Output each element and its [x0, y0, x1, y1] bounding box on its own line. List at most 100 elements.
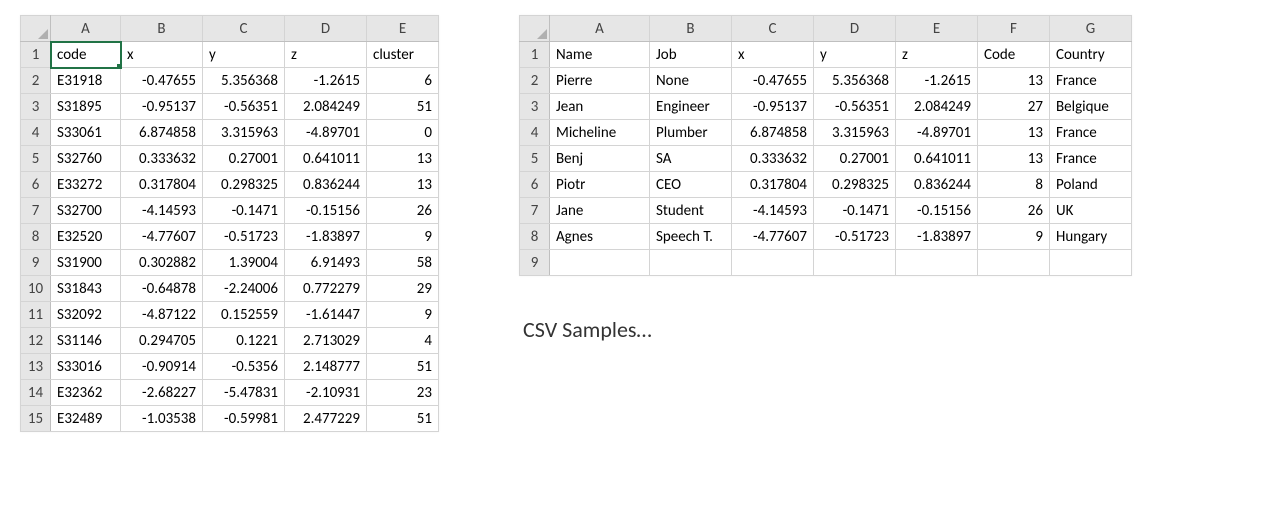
cell[interactable]: 0.836244	[896, 172, 978, 198]
row-header[interactable]: 4	[520, 120, 550, 146]
cell[interactable]: 51	[367, 406, 439, 432]
cell[interactable]: z	[896, 42, 978, 68]
row-header[interactable]: 8	[520, 224, 550, 250]
cell[interactable]: -5.47831	[203, 380, 285, 406]
spreadsheet-left[interactable]: A B C D E 1codexyzcluster2E31918-0.47655…	[20, 15, 439, 432]
cell[interactable]: 0.333632	[732, 146, 814, 172]
cell[interactable]: -0.51723	[814, 224, 896, 250]
cell[interactable]: -1.2615	[285, 68, 367, 94]
cell[interactable]: 0.317804	[121, 172, 203, 198]
cell[interactable]: -4.77607	[732, 224, 814, 250]
cell[interactable]: Name	[550, 42, 650, 68]
cell[interactable]: -2.10931	[285, 380, 367, 406]
cell[interactable]: -4.14593	[732, 198, 814, 224]
select-all-corner[interactable]	[21, 16, 51, 42]
cell[interactable]: None	[650, 68, 732, 94]
cell[interactable]: Piotr	[550, 172, 650, 198]
row-header[interactable]: 6	[520, 172, 550, 198]
cell[interactable]: -0.59981	[203, 406, 285, 432]
cell[interactable]: -4.89701	[896, 120, 978, 146]
cell[interactable]: 8	[978, 172, 1050, 198]
cell[interactable]: Plumber	[650, 120, 732, 146]
spreadsheet-right[interactable]: A B C D E F G 1NameJobxyzCodeCountry2Pie…	[519, 15, 1132, 276]
cell[interactable]: Hungary	[1050, 224, 1132, 250]
cell[interactable]: 0.152559	[203, 302, 285, 328]
cell[interactable]: Pierre	[550, 68, 650, 94]
col-header[interactable]: A	[550, 16, 650, 42]
cell[interactable]: z	[285, 42, 367, 68]
cell[interactable]: 0.298325	[203, 172, 285, 198]
cell[interactable]	[896, 250, 978, 276]
cell[interactable]: 51	[367, 354, 439, 380]
cell[interactable]: 13	[978, 120, 1050, 146]
cell[interactable]: -0.47655	[732, 68, 814, 94]
cell[interactable]: E32520	[51, 224, 121, 250]
row-header[interactable]: 5	[21, 146, 51, 172]
cell[interactable]: 13	[978, 146, 1050, 172]
cell[interactable]: S31146	[51, 328, 121, 354]
cell[interactable]: S31843	[51, 276, 121, 302]
cell[interactable]: 2.148777	[285, 354, 367, 380]
col-header[interactable]: B	[121, 16, 203, 42]
cell[interactable]: Job	[650, 42, 732, 68]
cell[interactable]	[732, 250, 814, 276]
cell[interactable]: -2.68227	[121, 380, 203, 406]
col-header[interactable]: E	[367, 16, 439, 42]
row-header[interactable]: 12	[21, 328, 51, 354]
cell[interactable]: 2.713029	[285, 328, 367, 354]
cell[interactable]: Engineer	[650, 94, 732, 120]
cell[interactable]: 29	[367, 276, 439, 302]
cell[interactable]: E32489	[51, 406, 121, 432]
cell[interactable]: S31900	[51, 250, 121, 276]
cell[interactable]: -4.14593	[121, 198, 203, 224]
cell[interactable]: 6.91493	[285, 250, 367, 276]
cell[interactable]: -0.15156	[285, 198, 367, 224]
row-header[interactable]: 3	[21, 94, 51, 120]
cell[interactable]: -4.87122	[121, 302, 203, 328]
cell[interactable]: 6.874858	[732, 120, 814, 146]
cell[interactable]: S32760	[51, 146, 121, 172]
cell[interactable]: Student	[650, 198, 732, 224]
cell[interactable]: -0.90914	[121, 354, 203, 380]
cell[interactable]: Belgique	[1050, 94, 1132, 120]
cell[interactable]: France	[1050, 68, 1132, 94]
cell[interactable]	[650, 250, 732, 276]
cell[interactable]: 6	[367, 68, 439, 94]
row-header[interactable]: 9	[520, 250, 550, 276]
cell[interactable]: x	[121, 42, 203, 68]
select-all-corner[interactable]	[520, 16, 550, 42]
cell[interactable]: 3.315963	[203, 120, 285, 146]
cell[interactable]: -1.03538	[121, 406, 203, 432]
cell[interactable]: S32092	[51, 302, 121, 328]
cell[interactable]: y	[203, 42, 285, 68]
cell[interactable]: -1.83897	[285, 224, 367, 250]
row-header[interactable]: 2	[21, 68, 51, 94]
cell[interactable]: Micheline	[550, 120, 650, 146]
row-header[interactable]: 1	[21, 42, 51, 68]
cell[interactable]: Benj	[550, 146, 650, 172]
col-header[interactable]: C	[203, 16, 285, 42]
cell[interactable]: 5.356368	[203, 68, 285, 94]
cell[interactable]: -0.47655	[121, 68, 203, 94]
cell[interactable]: 13	[978, 68, 1050, 94]
cell[interactable]: 23	[367, 380, 439, 406]
cell[interactable]: x	[732, 42, 814, 68]
col-header[interactable]: B	[650, 16, 732, 42]
cell[interactable]: Jean	[550, 94, 650, 120]
cell[interactable]: 9	[978, 224, 1050, 250]
row-header[interactable]: 7	[21, 198, 51, 224]
cell[interactable]: -0.15156	[896, 198, 978, 224]
cell[interactable]: -1.61447	[285, 302, 367, 328]
row-header[interactable]: 3	[520, 94, 550, 120]
cell[interactable]	[978, 250, 1050, 276]
cell[interactable]: 0.333632	[121, 146, 203, 172]
cell[interactable]: 13	[367, 146, 439, 172]
cell[interactable]: 13	[367, 172, 439, 198]
cell[interactable]: cluster	[367, 42, 439, 68]
cell[interactable]: E31918	[51, 68, 121, 94]
cell[interactable]: 0	[367, 120, 439, 146]
cell[interactable]: -4.77607	[121, 224, 203, 250]
cell[interactable]: -2.24006	[203, 276, 285, 302]
col-header[interactable]: G	[1050, 16, 1132, 42]
col-header[interactable]: C	[732, 16, 814, 42]
